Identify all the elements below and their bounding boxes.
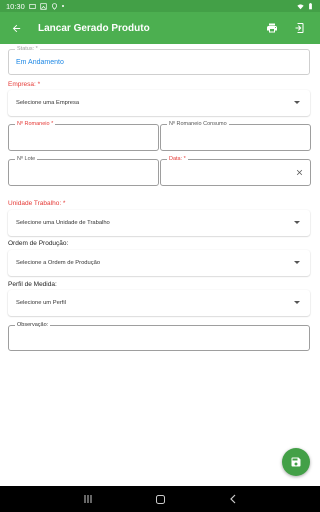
message-icon (29, 3, 36, 9)
export-button[interactable] (286, 12, 314, 44)
data-label: Data: * (167, 156, 188, 163)
empresa-label: Empresa: * (8, 81, 41, 88)
data-field[interactable]: Data: * (160, 156, 311, 186)
unidade-select[interactable]: Selecione uma Unidade de Trabalho (8, 210, 310, 236)
status-field[interactable]: Status: * Em Andamento (8, 46, 310, 75)
recent-apps-icon[interactable] (83, 494, 93, 504)
export-icon (295, 23, 304, 33)
lote-label: Nº Lote (15, 156, 38, 163)
lote-field[interactable]: Nº Lote (8, 156, 159, 186)
home-icon[interactable] (155, 494, 166, 505)
print-button[interactable] (258, 12, 286, 44)
dropdown-caret-icon (294, 261, 300, 264)
observacao-field[interactable]: Observação: (8, 322, 310, 351)
location-icon (51, 2, 57, 10)
battery-icon (309, 2, 312, 9)
system-nav-bar (0, 486, 320, 512)
status-value: Em Andamento (16, 59, 64, 66)
print-icon (267, 23, 277, 33)
romaneio-consumo-label: Nº Romaneio Consumo (167, 121, 229, 128)
perfil-select[interactable]: Selecione um Perfil (8, 290, 310, 316)
app-bar: Lancar Gerado Produto (0, 12, 320, 44)
status-label: Status: * (15, 46, 40, 53)
status-time: 10:30 (6, 1, 25, 11)
back-button[interactable] (2, 12, 30, 44)
unidade-label: Unidade Trabalho: * (8, 200, 66, 207)
dropdown-caret-icon (294, 101, 300, 104)
dropdown-caret-icon (294, 301, 300, 304)
observacao-label: Observação: (15, 322, 51, 329)
perfil-label: Perfil de Medida: (8, 281, 57, 288)
close-icon[interactable] (295, 168, 304, 177)
romaneio-field[interactable]: Nº Romaneio * (8, 121, 159, 151)
back-arrow-icon (12, 24, 20, 32)
empresa-select[interactable]: Selecione uma Empresa (8, 90, 310, 116)
gallery-icon (40, 2, 47, 10)
unidade-placeholder: Selecione uma Unidade de Trabalho (16, 220, 110, 226)
romaneio-label: Nº Romaneio * (15, 121, 56, 128)
ordem-placeholder: Selecione a Ordem de Produção (16, 260, 101, 266)
page-title: Lancar Gerado Produto (38, 22, 150, 34)
wifi-icon (297, 3, 304, 9)
dropdown-caret-icon (294, 221, 300, 224)
ordem-label: Ordem de Produção: (8, 240, 69, 247)
romaneio-consumo-field[interactable]: Nº Romaneio Consumo (160, 121, 311, 151)
back-nav-icon[interactable] (228, 494, 238, 504)
notification-dot-icon (61, 5, 64, 7)
save-icon (291, 457, 301, 467)
system-status-bar: 10:30 (0, 0, 320, 12)
ordem-select[interactable]: Selecione a Ordem de Produção (8, 250, 310, 276)
empresa-placeholder: Selecione uma Empresa (16, 100, 80, 106)
save-button[interactable] (282, 448, 310, 476)
perfil-placeholder: Selecione um Perfil (16, 300, 66, 306)
